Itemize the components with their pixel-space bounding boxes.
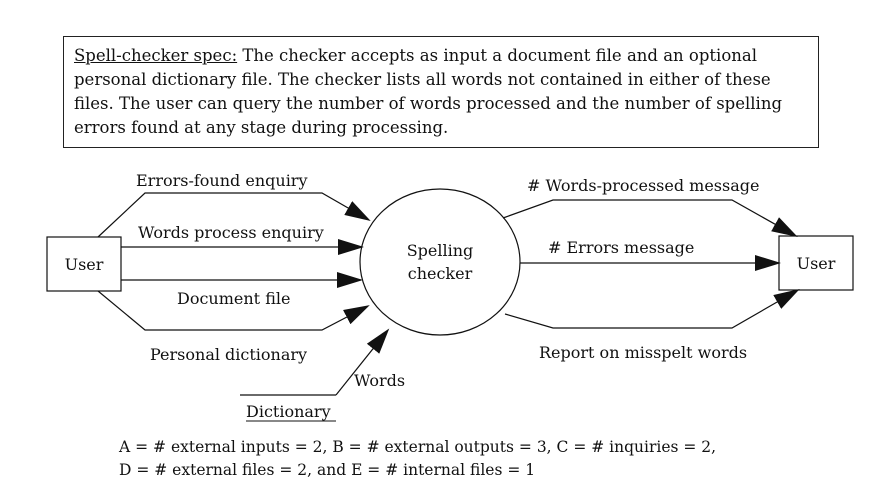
process-label-line1: Spelling — [407, 241, 474, 260]
dictionary-label: Dictionary — [246, 402, 331, 421]
words-process-enquiry-label: Words process enquiry — [138, 223, 324, 242]
words-processed-message-label: # Words-processed message — [527, 176, 759, 195]
errors-found-enquiry-label: Errors-found enquiry — [136, 171, 308, 190]
words-label: Words — [354, 371, 405, 390]
user-left-label: User — [65, 255, 104, 274]
errors-message-label: # Errors message — [548, 238, 694, 257]
report-misspelt-arrow — [504, 289, 800, 329]
report-misspelt-label: Report on misspelt words — [539, 343, 747, 362]
spelling-checker-process — [359, 188, 521, 336]
dfd-diagram: User User Spelling checker Errors-found … — [46, 171, 854, 422]
formula-line2: D = # external files = 2, and E = # inte… — [119, 461, 536, 479]
document-file-label: Document file — [177, 289, 290, 308]
process-label-line2: checker — [408, 264, 473, 283]
formula-line1: A = # external inputs = 2, B = # externa… — [119, 438, 717, 456]
user-right-label: User — [797, 254, 836, 273]
words-processed-message-arrow — [502, 199, 798, 237]
personal-dictionary-label: Personal dictionary — [150, 345, 307, 364]
